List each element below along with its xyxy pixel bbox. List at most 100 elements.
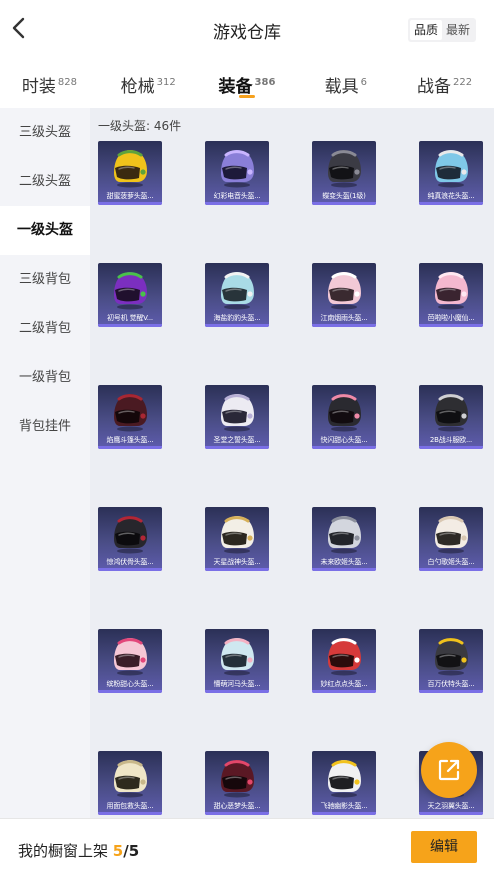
helmet-item-card[interactable]: 懵萌河马头盔... bbox=[205, 629, 269, 693]
helmet-item-card[interactable]: 飞驰幽影头盔... bbox=[312, 751, 376, 815]
tab-label: 时装 bbox=[21, 77, 56, 97]
showcase-count: 5 bbox=[112, 842, 124, 860]
helmet-item-card[interactable]: 天星战神头盔... bbox=[205, 507, 269, 571]
helmet-name: 焰鹰斗篷头盔... bbox=[106, 436, 154, 444]
tab-label: 载具 bbox=[324, 77, 359, 97]
rarity-bar bbox=[205, 324, 269, 327]
helmet-icon bbox=[328, 150, 361, 188]
active-tab-indicator bbox=[238, 95, 255, 98]
rarity-bar bbox=[98, 324, 162, 327]
share-button[interactable] bbox=[421, 742, 477, 798]
rarity-bar bbox=[205, 202, 269, 205]
helmet-name: 江南烟雨头盔... bbox=[320, 314, 368, 322]
tab-count: 312 bbox=[156, 77, 176, 88]
rarity-bar bbox=[419, 324, 483, 327]
helmet-icon bbox=[114, 516, 147, 554]
sort-option-quality[interactable]: 品质 bbox=[409, 20, 442, 40]
rarity-bar bbox=[98, 446, 162, 449]
sidebar-item-level1-helmet[interactable]: 一级头盔 bbox=[0, 206, 90, 255]
helmet-item-card[interactable]: 纯真浪花头盔... bbox=[419, 141, 483, 205]
helmet-icon bbox=[435, 394, 468, 432]
helmet-name: 白勺歌姬头盔... bbox=[427, 558, 475, 566]
helmet-name: 圣堂之誓头盔... bbox=[213, 436, 261, 444]
helmet-item-card[interactable]: 初号机 觉醒V... bbox=[98, 263, 162, 327]
rarity-bar bbox=[98, 812, 162, 815]
tab-fashion[interactable]: 时装 828 bbox=[0, 58, 99, 106]
helmet-icon bbox=[221, 394, 254, 432]
tab-count: 386 bbox=[254, 77, 276, 88]
helmet-icon bbox=[114, 394, 147, 432]
tab-supplies[interactable]: 战备 222 bbox=[395, 58, 494, 106]
edit-button[interactable]: 编辑 bbox=[411, 831, 477, 863]
helmet-icon bbox=[221, 150, 254, 188]
item-grid: 甜蜜菠萝头盔... 幻彩电音头盔... 蝶变头盔(1级) 纯真浪花头盔... 初号机 觉… bbox=[98, 141, 494, 815]
sort-option-latest[interactable]: 最新 bbox=[442, 20, 474, 40]
tab-guns[interactable]: 枪械 312 bbox=[99, 58, 198, 106]
helmet-item-card[interactable]: 甜蜜菠萝头盔... bbox=[98, 141, 162, 205]
rarity-bar bbox=[205, 812, 269, 815]
tab-label: 装备 bbox=[218, 77, 253, 97]
helmet-icon bbox=[435, 516, 468, 554]
helmet-icon bbox=[114, 638, 147, 676]
rarity-bar bbox=[312, 690, 376, 693]
helmet-item-card[interactable]: 江南烟雨头盔... bbox=[312, 263, 376, 327]
helmet-item-card[interactable]: 妙红点点头盔... bbox=[312, 629, 376, 693]
helmet-name: 惊鸿伏骨头盔... bbox=[106, 558, 154, 566]
sort-toggle: 品质 最新 bbox=[407, 18, 476, 42]
rarity-bar bbox=[419, 568, 483, 571]
helmet-name: 甜蜜菠萝头盔... bbox=[106, 192, 154, 200]
rarity-bar bbox=[312, 446, 376, 449]
helmet-item-card[interactable]: 白勺歌姬头盔... bbox=[419, 507, 483, 571]
helmet-icon bbox=[328, 760, 361, 798]
sidebar-item-level2-backpack[interactable]: 二级背包 bbox=[0, 304, 90, 353]
helmet-name: 初号机 觉醒V... bbox=[107, 314, 153, 322]
helmet-item-card[interactable]: 惊鸿伏骨头盔... bbox=[98, 507, 162, 571]
tab-count: 828 bbox=[57, 77, 77, 88]
tab-count: 6 bbox=[360, 77, 367, 88]
helmet-item-card[interactable]: 2B战斗服欧... bbox=[419, 385, 483, 449]
share-external-icon bbox=[438, 759, 460, 781]
rarity-bar bbox=[419, 690, 483, 693]
helmet-name: 妙红点点头盔... bbox=[320, 680, 368, 688]
helmet-icon bbox=[114, 150, 147, 188]
helmet-item-card[interactable]: 焰鹰斗篷头盔... bbox=[98, 385, 162, 449]
helmet-item-card[interactable]: 蝶变头盔(1级) bbox=[312, 141, 376, 205]
helmet-name: 芭啦啦小魔仙... bbox=[427, 314, 475, 322]
helmet-icon bbox=[221, 516, 254, 554]
rarity-bar bbox=[98, 690, 162, 693]
sidebar-item-level3-helmet[interactable]: 三级头盔 bbox=[0, 108, 90, 157]
tab-count: 222 bbox=[453, 77, 473, 88]
helmet-item-card[interactable]: 缤粉甜心头盔... bbox=[98, 629, 162, 693]
helmet-name: 蝶变头盔(1级) bbox=[322, 192, 366, 200]
sidebar-item-level2-helmet[interactable]: 二级头盔 bbox=[0, 157, 90, 206]
tab-equipment[interactable]: 装备 386 bbox=[198, 58, 297, 106]
rarity-bar bbox=[312, 812, 376, 815]
sidebar-item-level3-backpack[interactable]: 三级背包 bbox=[0, 255, 90, 304]
sidebar-item-level1-backpack[interactable]: 一级背包 bbox=[0, 353, 90, 402]
helmet-item-card[interactable]: 幻彩电音头盔... bbox=[205, 141, 269, 205]
helmet-item-card[interactable]: 用面包救头盔... bbox=[98, 751, 162, 815]
subcategory-sidebar: 三级头盔 二级头盔 一级头盔 三级背包 二级背包 一级背包 背包挂件 bbox=[0, 108, 90, 818]
tab-label: 战备 bbox=[417, 77, 452, 97]
helmet-icon bbox=[328, 516, 361, 554]
helmet-icon bbox=[114, 272, 147, 310]
category-tabs: 时装 828 枪械 312 装备 386 载具 6 战备 222 bbox=[0, 58, 494, 106]
sidebar-item-backpack-pendant[interactable]: 背包挂件 bbox=[0, 402, 90, 451]
rarity-bar bbox=[312, 324, 376, 327]
helmet-item-card[interactable]: 圣堂之誓头盔... bbox=[205, 385, 269, 449]
rarity-bar bbox=[205, 446, 269, 449]
helmet-icon bbox=[221, 272, 254, 310]
helmet-name: 2B战斗服欧... bbox=[429, 436, 473, 444]
rarity-bar bbox=[205, 690, 269, 693]
helmet-item-card[interactable]: 芭啦啦小魔仙... bbox=[419, 263, 483, 327]
tab-vehicles[interactable]: 载具 6 bbox=[296, 58, 395, 106]
helmet-name: 海盐豹豹头盔... bbox=[213, 314, 261, 322]
helmet-item-card[interactable]: 甜心恶梦头盔... bbox=[205, 751, 269, 815]
item-grid-panel: 一级头盔: 46件 甜蜜菠萝头盔... 幻彩电音头盔... 蝶变头盔(1级) 纯真浪花… bbox=[90, 108, 494, 818]
helmet-name: 天星战神头盔... bbox=[213, 558, 261, 566]
helmet-name: 飞驰幽影头盔... bbox=[320, 802, 368, 810]
helmet-item-card[interactable]: 海盐豹豹头盔... bbox=[205, 263, 269, 327]
helmet-item-card[interactable]: 百万伏特头盔... bbox=[419, 629, 483, 693]
helmet-item-card[interactable]: 快闪甜心头盔... bbox=[312, 385, 376, 449]
helmet-item-card[interactable]: 未来欧姬头盔... bbox=[312, 507, 376, 571]
